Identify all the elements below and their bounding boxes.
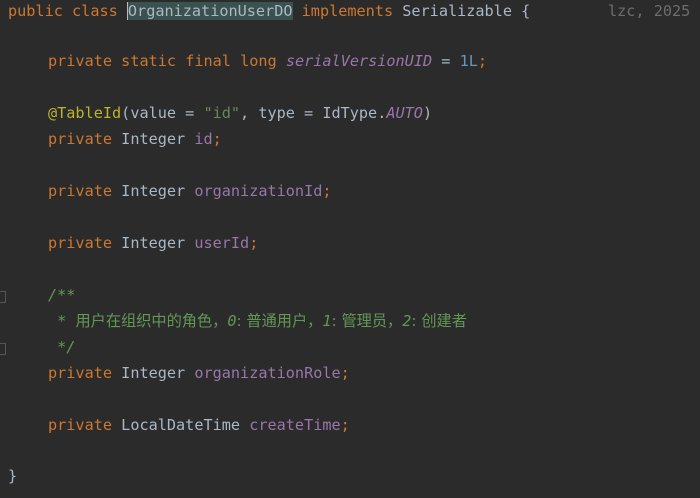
javadoc-open-line: /** [48,284,75,306]
class-close-line[interactable]: } [8,465,17,487]
field-id[interactable]: id [194,130,212,148]
annotation-line[interactable]: @TableId(value = "id", type = IdType.AUT… [48,102,432,124]
semicolon: ; [477,52,488,70]
javadoc-role-1: 1 [322,312,332,330]
equals-sign: = [432,52,460,70]
serial-version-value: 1L [459,52,478,70]
type-integer[interactable]: Integer [121,130,185,148]
class-close-brace: } [8,467,18,485]
fold-end-icon[interactable] [0,343,6,355]
table-id-annotation[interactable]: @TableId [48,104,121,122]
field-organization-id[interactable]: organizationId [194,182,322,200]
semicolon: ; [212,130,222,148]
code-editor[interactable]: public class OrganizationUserDO implemen… [0,0,700,498]
keyword-final: final [185,52,231,70]
type-local-date-time[interactable]: LocalDateTime [121,416,240,434]
field-id-line[interactable]: private Integer id; [48,128,222,150]
id-type-enum[interactable]: AUTO [386,104,423,122]
interface-name[interactable]: Serializable [402,2,512,20]
javadoc-close: */ [48,338,76,356]
field-organization-role-line[interactable]: private Integer organizationRole; [48,362,350,384]
javadoc-text-line: * 用户在组织中的角色，0: 普通用户，1: 管理员，2: 创建者 [48,310,467,332]
semicolon: ; [249,234,259,252]
semicolon: ; [322,182,332,200]
serial-version-line[interactable]: private static final long serialVersionU… [48,50,487,72]
keyword-public: public [8,2,63,20]
javadoc-role-2: 2 [402,312,412,330]
field-user-id[interactable]: userId [194,234,249,252]
class-declaration-line[interactable]: public class OrganizationUserDO implemen… [8,0,530,22]
fold-start-icon[interactable] [0,291,6,303]
javadoc-text-role: 用户在组织中的角色， [75,312,228,330]
keyword-private: private [48,234,113,252]
semicolon: ; [340,364,350,382]
keyword-private: private [48,364,113,382]
javadoc-text-admin: : 管理员， [331,312,403,330]
keyword-implements: implements [301,2,394,20]
keyword-class: class [72,2,118,20]
keyword-private: private [48,130,113,148]
type-integer[interactable]: Integer [121,364,185,382]
id-type-class[interactable]: IdType. [322,104,386,122]
javadoc-open: /** [48,286,76,304]
type-integer[interactable]: Integer [121,182,185,200]
keyword-private: private [48,182,113,200]
field-create-time-line[interactable]: private LocalDateTime createTime; [48,414,350,436]
semicolon: ; [340,416,350,434]
keyword-private: private [48,416,113,434]
javadoc-star: * [48,312,76,330]
field-organization-id-line[interactable]: private Integer organizationId; [48,180,332,202]
keyword-long: long [240,52,277,70]
annotation-value-string: "id" [203,104,241,122]
git-blame-annotation: lzc, 2025 [608,2,691,20]
annotation-close-paren: ) [422,104,433,122]
class-name[interactable]: OrganizationUserDO [126,2,293,20]
field-create-time[interactable]: createTime [249,416,340,434]
serial-version-field[interactable]: serialVersionUID [286,52,432,70]
annotation-open-paren: ( [121,104,131,122]
class-open-brace: { [521,2,531,20]
keyword-private: private [48,52,113,70]
field-user-id-line[interactable]: private Integer userId; [48,232,258,254]
annotation-type-key: , type = [240,104,323,122]
annotation-value-key: value = [130,104,204,122]
type-integer[interactable]: Integer [121,234,185,252]
field-organization-role[interactable]: organizationRole [194,364,340,382]
keyword-static: static [121,52,177,70]
javadoc-close-line: */ [48,336,75,358]
javadoc-text-creator: : 创建者 [411,312,467,330]
javadoc-text-normal-user: : 普通用户， [236,312,323,330]
